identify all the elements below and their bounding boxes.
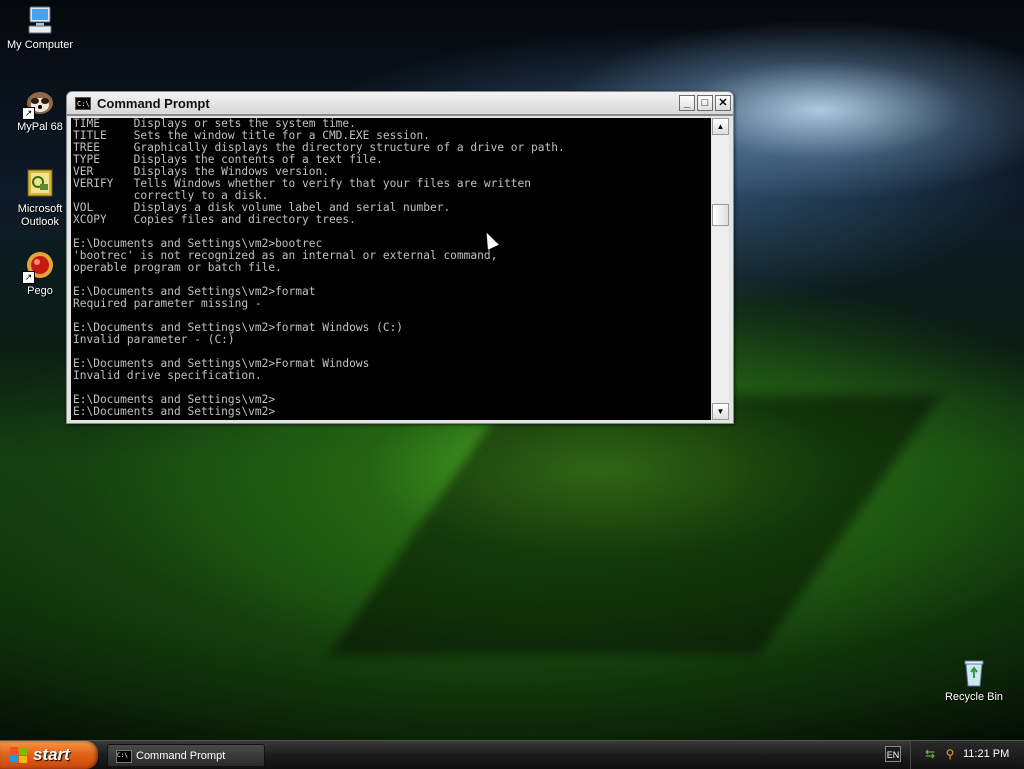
- console-text: TIME Displays or sets the system time. T…: [73, 118, 565, 418]
- cmd-window-icon[interactable]: C:\: [75, 97, 91, 110]
- start-button[interactable]: start: [0, 741, 98, 769]
- browser-icon: ↗: [22, 86, 56, 120]
- window-frame: TIME Displays or sets the system time. T…: [66, 115, 734, 424]
- pego-icon: ↗: [22, 250, 56, 284]
- taskbar-button-label: Command Prompt: [136, 750, 226, 762]
- window-title: Command Prompt: [97, 96, 210, 111]
- shortcut-arrow-icon: ↗: [22, 107, 35, 120]
- computer-icon: [24, 4, 56, 36]
- desktop-icon-label: My Computer: [6, 39, 74, 51]
- scroll-thumb[interactable]: [712, 204, 729, 226]
- console-output[interactable]: TIME Displays or sets the system time. T…: [71, 118, 711, 420]
- scroll-down-button[interactable]: ▼: [712, 403, 729, 420]
- windows-flag-icon: [10, 747, 28, 763]
- outlook-icon: [24, 168, 56, 200]
- desktop-icon-label: Recycle Bin: [944, 691, 1004, 703]
- maximize-button[interactable]: □: [697, 95, 713, 111]
- taskbar-button-command-prompt[interactable]: C:\ Command Prompt: [107, 744, 265, 767]
- shortcut-arrow-icon: ↗: [22, 271, 35, 284]
- desktop-icon-my-computer[interactable]: My Computer: [0, 4, 80, 52]
- language-indicator[interactable]: EN: [885, 746, 901, 762]
- clock[interactable]: 11:21 PM: [963, 748, 1009, 760]
- close-button[interactable]: ✕: [715, 95, 731, 111]
- vertical-scrollbar[interactable]: ▲ ▼: [712, 118, 729, 420]
- start-label: start: [33, 745, 70, 764]
- cmd-taskbar-icon: C:\: [116, 750, 132, 763]
- network-icon[interactable]: ⇆: [923, 747, 937, 761]
- search-icon[interactable]: ⚲: [943, 747, 957, 761]
- minimize-button[interactable]: _: [679, 95, 695, 111]
- window-titlebar[interactable]: C:\ Command Prompt _ □ ✕: [66, 91, 734, 115]
- taskbar: start C:\ Command Prompt EN ⇆ ⚲ 11:21 PM: [0, 740, 1024, 769]
- command-prompt-window[interactable]: C:\ Command Prompt _ □ ✕ TIME Displays o…: [66, 91, 734, 424]
- scroll-up-button[interactable]: ▲: [712, 118, 729, 135]
- desktop-icon-recycle-bin[interactable]: Recycle Bin: [934, 656, 1014, 704]
- recycle-bin-icon: [958, 656, 990, 688]
- window-shadow: [328, 395, 942, 655]
